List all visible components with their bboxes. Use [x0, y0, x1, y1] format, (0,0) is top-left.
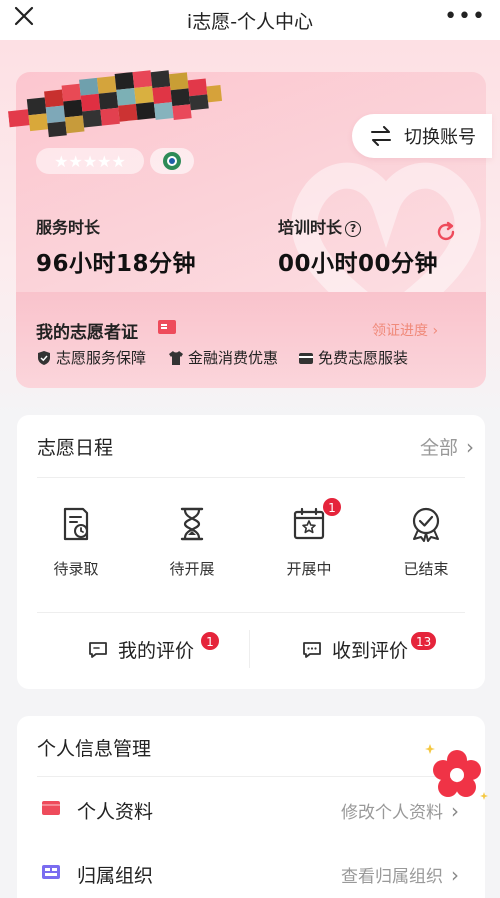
swap-arrows-icon	[371, 126, 391, 146]
refresh-icon[interactable]	[434, 220, 458, 244]
schedule-finished[interactable]: 已结束	[381, 506, 471, 579]
award-check-icon	[412, 507, 440, 542]
benefit-finance-discount: 金融消费优惠	[168, 347, 278, 368]
view-org-link[interactable]: 查看归属组织 ›	[341, 862, 459, 887]
switch-account-button[interactable]: 切换账号	[352, 114, 492, 158]
personal-profile-label: 个人资料	[77, 801, 154, 823]
chevron-right-icon: ›	[451, 863, 459, 887]
profile-card-icon	[42, 801, 60, 815]
my-reviews-badge: 1	[200, 631, 220, 651]
card-icon	[299, 352, 313, 364]
received-reviews-button[interactable]: 收到评价	[302, 636, 408, 663]
switch-account-label: 切换账号	[404, 127, 476, 148]
emblem-icon	[163, 152, 181, 170]
comment-dots-icon	[303, 641, 321, 658]
rating-stars: ★★★★★	[36, 148, 144, 174]
benefit-service-guarantee: 志愿服务保障	[36, 347, 146, 368]
schedule-pending-start[interactable]: 待开展	[147, 506, 237, 579]
in-progress-count-badge: 1	[322, 497, 342, 517]
shield-check-icon	[38, 350, 50, 365]
row-affiliated-org[interactable]: 归属组织 查看归属组织 ›	[37, 850, 465, 896]
benefit-free-uniform: 免费志愿服装	[298, 347, 408, 368]
help-icon[interactable]: ?	[345, 221, 362, 237]
training-hours-value: 00小时00分钟	[278, 251, 439, 277]
floating-flower-icon[interactable]	[424, 740, 490, 806]
schedule-title: 志愿日程	[37, 437, 114, 459]
chevron-right-icon: ›	[466, 435, 474, 459]
my-reviews-label: 我的评价	[118, 640, 195, 662]
edit-comment-icon	[89, 641, 107, 658]
divider	[249, 630, 250, 668]
organization-icon	[42, 865, 60, 879]
id-card-icon	[158, 320, 176, 334]
volunteer-emblem-badge	[150, 148, 194, 174]
calendar-star-icon	[293, 507, 325, 540]
certificate-title: 我的志愿者证	[36, 323, 138, 343]
schedule-all-link[interactable]: 全部 ›	[420, 433, 474, 460]
row-personal-profile[interactable]: 个人资料 修改个人资料 ›	[37, 786, 465, 832]
schedule-pending-admission[interactable]: 待录取	[31, 506, 121, 579]
page-title: i志愿-个人中心	[186, 10, 314, 33]
received-reviews-badge: 13	[410, 631, 438, 651]
close-icon[interactable]	[12, 4, 36, 28]
certificate-progress-link[interactable]: 领证进度 ›	[372, 320, 438, 340]
divider	[37, 612, 465, 613]
training-hours-label: 培训时长?	[278, 214, 362, 238]
schedule-in-progress[interactable]: 开展中	[264, 506, 354, 579]
my-reviews-button[interactable]: 我的评价	[88, 636, 194, 663]
more-icon[interactable]: •••	[444, 4, 486, 29]
top-nav-bar: i志愿-个人中心 •••	[0, 0, 500, 40]
tshirt-icon	[169, 350, 183, 365]
received-reviews-label: 收到评价	[332, 640, 409, 662]
affiliated-org-label: 归属组织	[77, 865, 154, 887]
service-hours-value: 96小时18分钟	[36, 251, 197, 277]
document-clock-icon	[63, 507, 89, 541]
divider	[37, 477, 465, 478]
personal-info-title: 个人信息管理	[37, 738, 152, 760]
divider	[37, 776, 465, 777]
service-hours-label: 服务时长	[36, 218, 101, 237]
hourglass-icon	[180, 507, 204, 541]
